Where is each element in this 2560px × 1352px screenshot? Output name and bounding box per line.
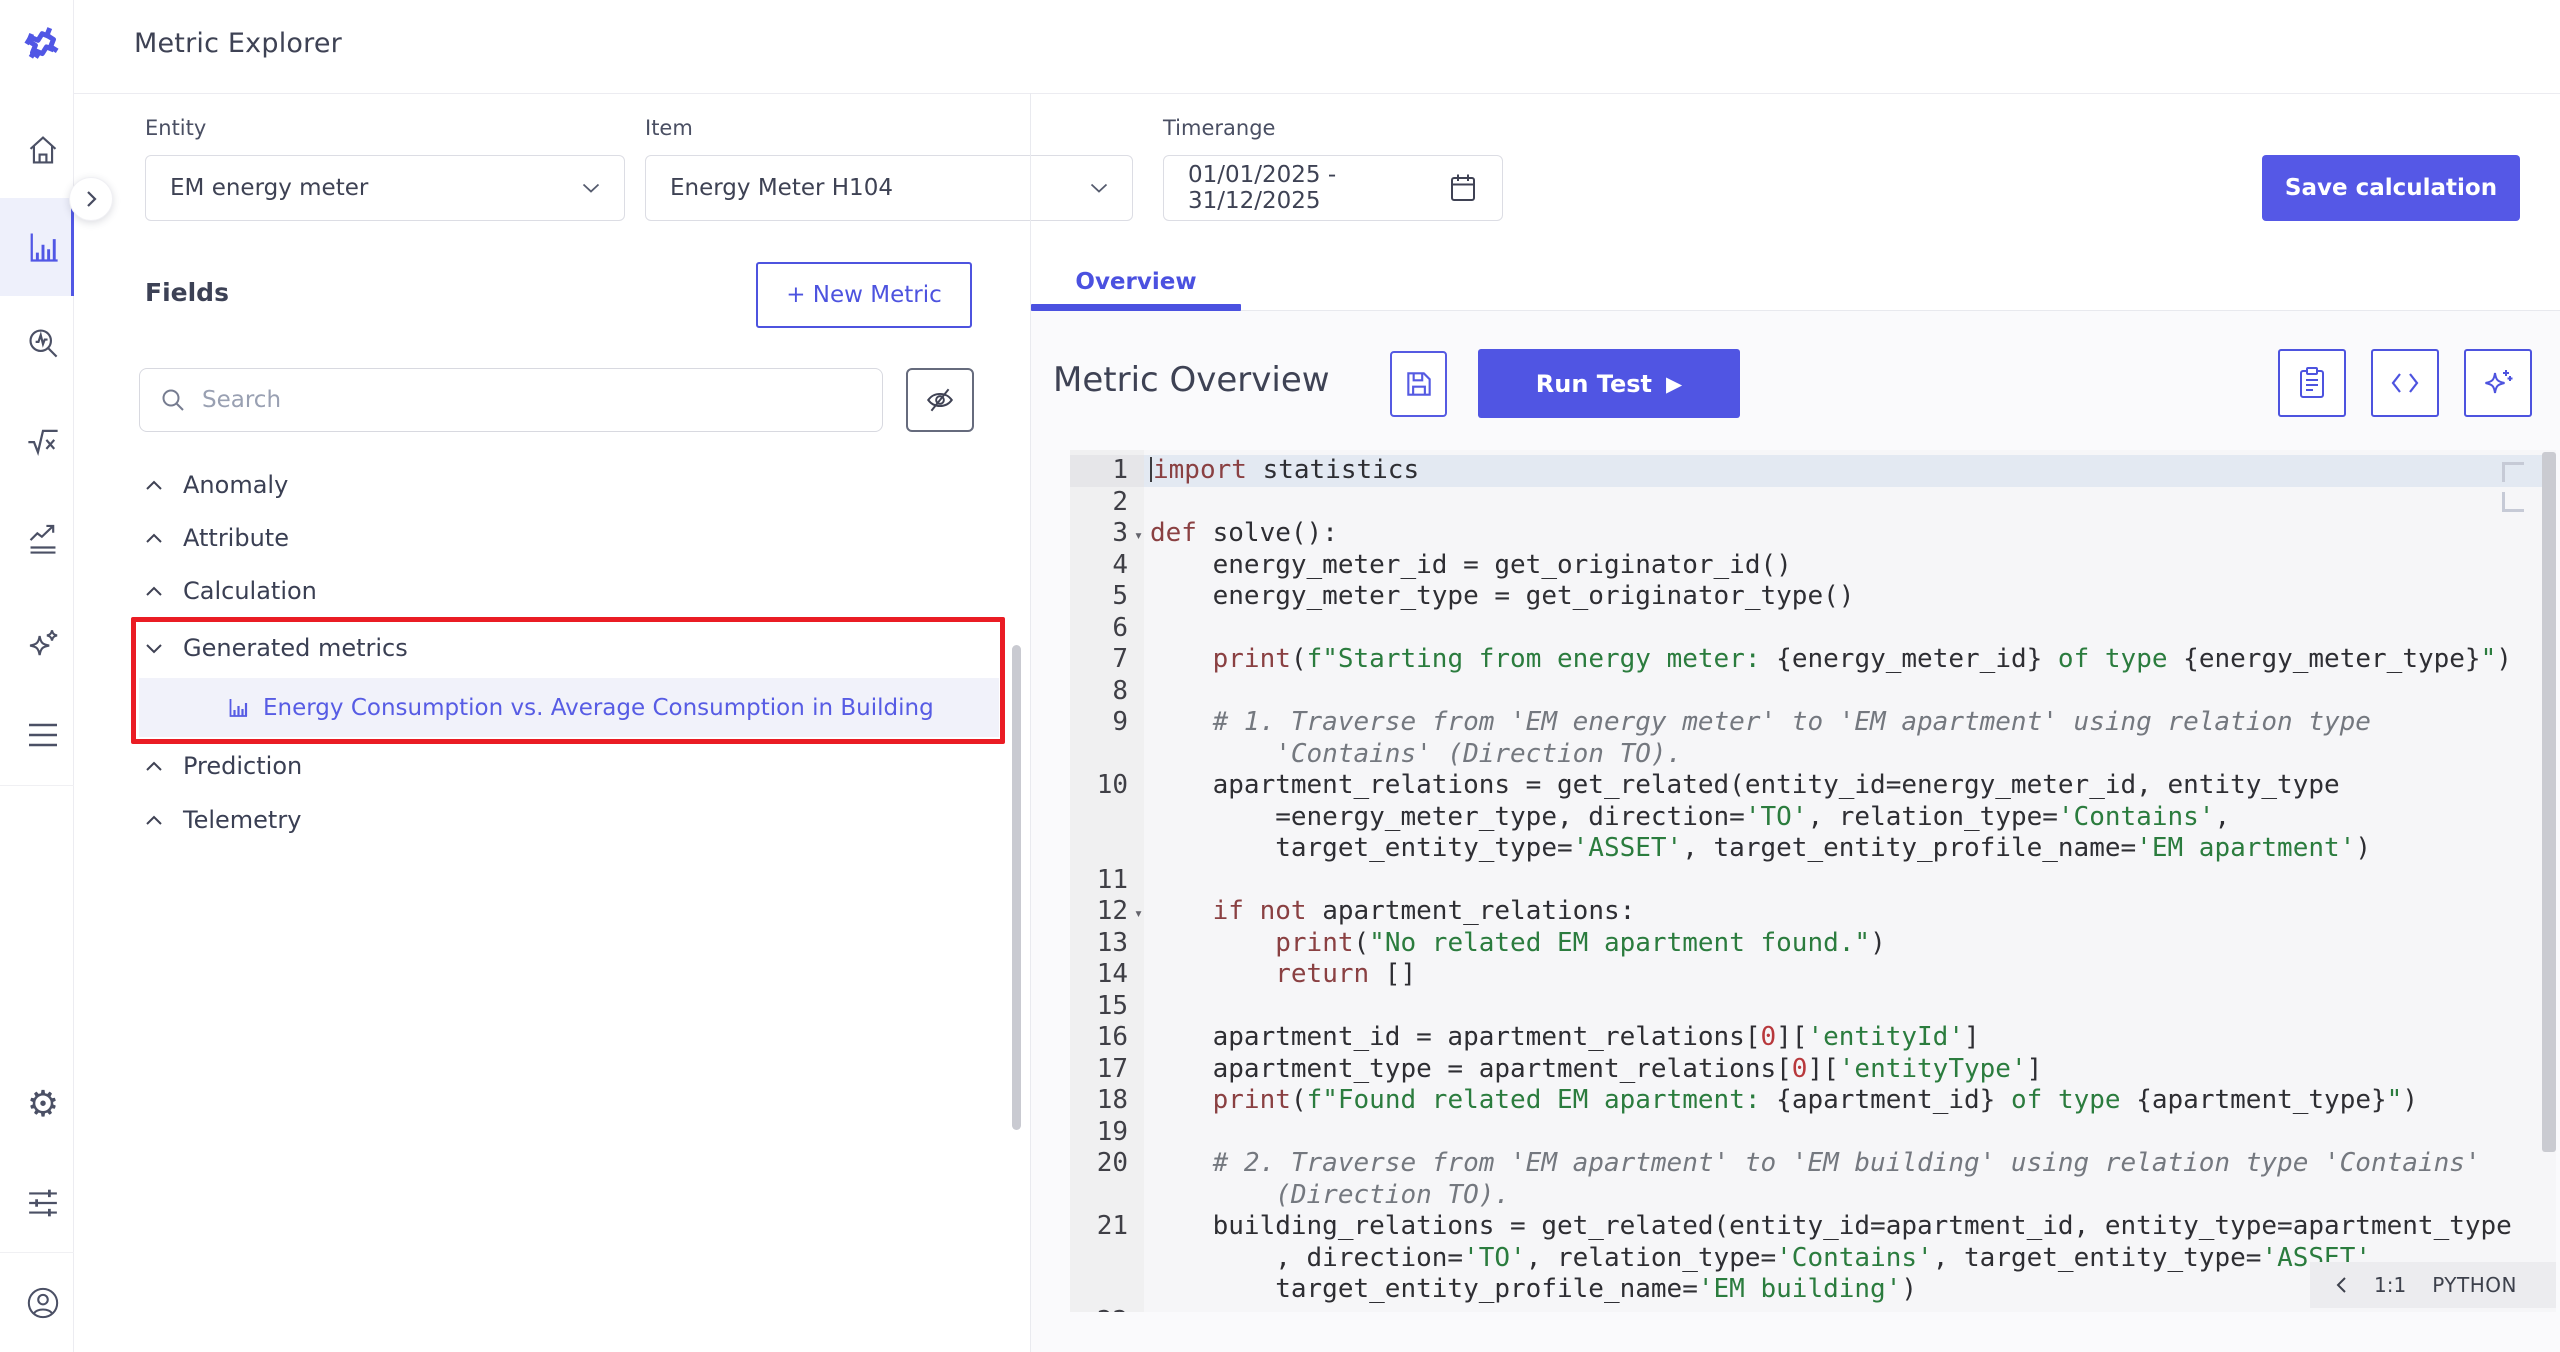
sparkle-plus-icon <box>2481 366 2515 400</box>
section-prediction[interactable]: Prediction <box>145 746 302 786</box>
chevron-down-icon <box>582 183 600 193</box>
sidebar-rail: ⚙ <box>0 0 74 1352</box>
sidebar-item-metric-explorer[interactable] <box>15 219 71 275</box>
sidebar-item-settings[interactable]: ⚙ <box>15 1077 71 1133</box>
chevron-right-icon <box>82 189 100 209</box>
text-cursor <box>1150 457 1152 482</box>
chevron-up-icon <box>145 815 163 826</box>
bar-chart-icon <box>25 229 61 265</box>
sidebar-item-preferences[interactable] <box>15 1175 71 1231</box>
sidebar-item-prediction[interactable] <box>15 511 71 567</box>
app-logo <box>20 23 66 69</box>
section-label: Prediction <box>183 752 302 780</box>
hide-fields-button[interactable] <box>906 368 974 432</box>
entity-select[interactable]: EM energy meter <box>145 155 625 221</box>
tab-overview[interactable]: Overview <box>1031 260 1241 304</box>
sidebar-expand-button[interactable] <box>69 177 113 221</box>
search-icon <box>160 387 186 413</box>
section-calculation[interactable]: Calculation <box>145 571 317 611</box>
trend-icon <box>26 522 60 556</box>
hamburger-menu-icon <box>27 722 59 748</box>
code-lines: 1import statistics23▾def solve():4 energ… <box>1070 455 2556 1312</box>
timerange-input[interactable]: 01/01/2025 - 31/12/2025 <box>1163 155 1503 221</box>
section-anomaly[interactable]: Anomaly <box>145 465 288 505</box>
copy-code-button[interactable] <box>2278 349 2346 417</box>
search-input[interactable] <box>202 387 862 413</box>
section-attribute[interactable]: Attribute <box>145 518 289 558</box>
timerange-label: Timerange <box>1163 116 1275 140</box>
generated-metric-label: Energy Consumption vs. Average Consumpti… <box>263 695 934 721</box>
metric-chart-icon <box>227 697 249 719</box>
generated-metric-item[interactable]: Energy Consumption vs. Average Consumpti… <box>139 678 999 737</box>
sidebar-item-calculation[interactable] <box>15 413 71 469</box>
sidebar-item-profile[interactable] <box>15 1275 71 1331</box>
anomaly-search-icon <box>26 326 60 360</box>
editor-corner-mark <box>2502 492 2524 512</box>
entity-select-value: EM energy meter <box>170 175 368 201</box>
editor-language: PYTHON <box>2432 1273 2517 1297</box>
eye-slash-icon <box>925 385 955 415</box>
chevron-up-icon <box>145 480 163 491</box>
save-metric-button[interactable] <box>1390 351 1447 417</box>
run-test-button[interactable]: Run Test ▶ <box>1478 349 1740 418</box>
sliders-icon <box>27 1187 59 1219</box>
item-select-value: Energy Meter H104 <box>670 175 893 201</box>
section-label: Attribute <box>183 524 289 552</box>
code-brackets-icon <box>2389 369 2421 397</box>
metric-overview-heading: Metric Overview <box>1053 360 1330 400</box>
sidebar-item-anomaly-search[interactable] <box>15 315 71 371</box>
home-icon <box>26 133 60 167</box>
play-icon: ▶ <box>1666 372 1682 396</box>
chevron-down-icon <box>1090 183 1108 193</box>
item-label: Item <box>645 116 693 140</box>
section-label: Generated metrics <box>183 634 408 662</box>
sidebar-item-ai[interactable] <box>15 617 71 673</box>
code-editor[interactable]: 1import statistics23▾def solve():4 energ… <box>1070 450 2556 1312</box>
code-view-button[interactable] <box>2371 349 2439 417</box>
sidebar-item-menu[interactable] <box>15 707 71 763</box>
timerange-value: 01/01/2025 - 31/12/2025 <box>1188 162 1448 214</box>
ai-generate-button[interactable] <box>2464 349 2532 417</box>
chevron-up-icon <box>145 533 163 544</box>
section-label: Calculation <box>183 577 317 605</box>
chevron-up-icon <box>145 586 163 597</box>
editor-corner-mark <box>2502 462 2524 482</box>
fields-scrollbar[interactable] <box>1012 645 1021 1130</box>
sidebar-divider <box>0 785 74 786</box>
sidebar-item-home[interactable] <box>15 122 71 178</box>
section-telemetry[interactable]: Telemetry <box>145 800 301 840</box>
sidebar-divider-bottom <box>0 1252 74 1253</box>
clipboard-icon <box>2296 366 2328 400</box>
save-calculation-button[interactable]: Save calculation <box>2262 155 2520 221</box>
metric-explorer-page: ⚙ Metric Explorer <box>0 0 2560 1352</box>
sparkles-icon <box>25 627 61 663</box>
section-generated-metrics[interactable]: Generated metrics <box>145 628 408 668</box>
fields-search-box <box>139 368 883 432</box>
tabstrip-border <box>1031 310 2560 311</box>
run-test-label: Run Test <box>1536 370 1652 398</box>
profile-icon <box>26 1286 60 1320</box>
section-label: Anomaly <box>183 471 288 499</box>
floppy-disk-icon <box>1403 368 1435 400</box>
entity-label: Entity <box>145 116 206 140</box>
chevron-down-icon <box>145 643 163 654</box>
square-root-icon <box>25 423 61 459</box>
page-title: Metric Explorer <box>134 28 342 59</box>
fields-panel-title: Fields <box>145 278 229 307</box>
header-divider <box>74 93 2560 94</box>
calendar-icon[interactable] <box>1448 172 1478 204</box>
status-chevron-left-icon[interactable] <box>2334 1275 2348 1295</box>
editor-scrollbar[interactable] <box>2542 452 2556 1152</box>
tab-active-underline <box>1031 304 1241 311</box>
cursor-position: 1:1 <box>2374 1273 2406 1297</box>
section-label: Telemetry <box>183 806 301 834</box>
gear-icon: ⚙ <box>27 1087 59 1123</box>
item-select[interactable]: Energy Meter H104 <box>645 155 1133 221</box>
editor-status-bar: 1:1 PYTHON <box>2310 1262 2556 1308</box>
new-metric-button[interactable]: + New Metric <box>756 262 972 328</box>
chevron-up-icon <box>145 761 163 772</box>
